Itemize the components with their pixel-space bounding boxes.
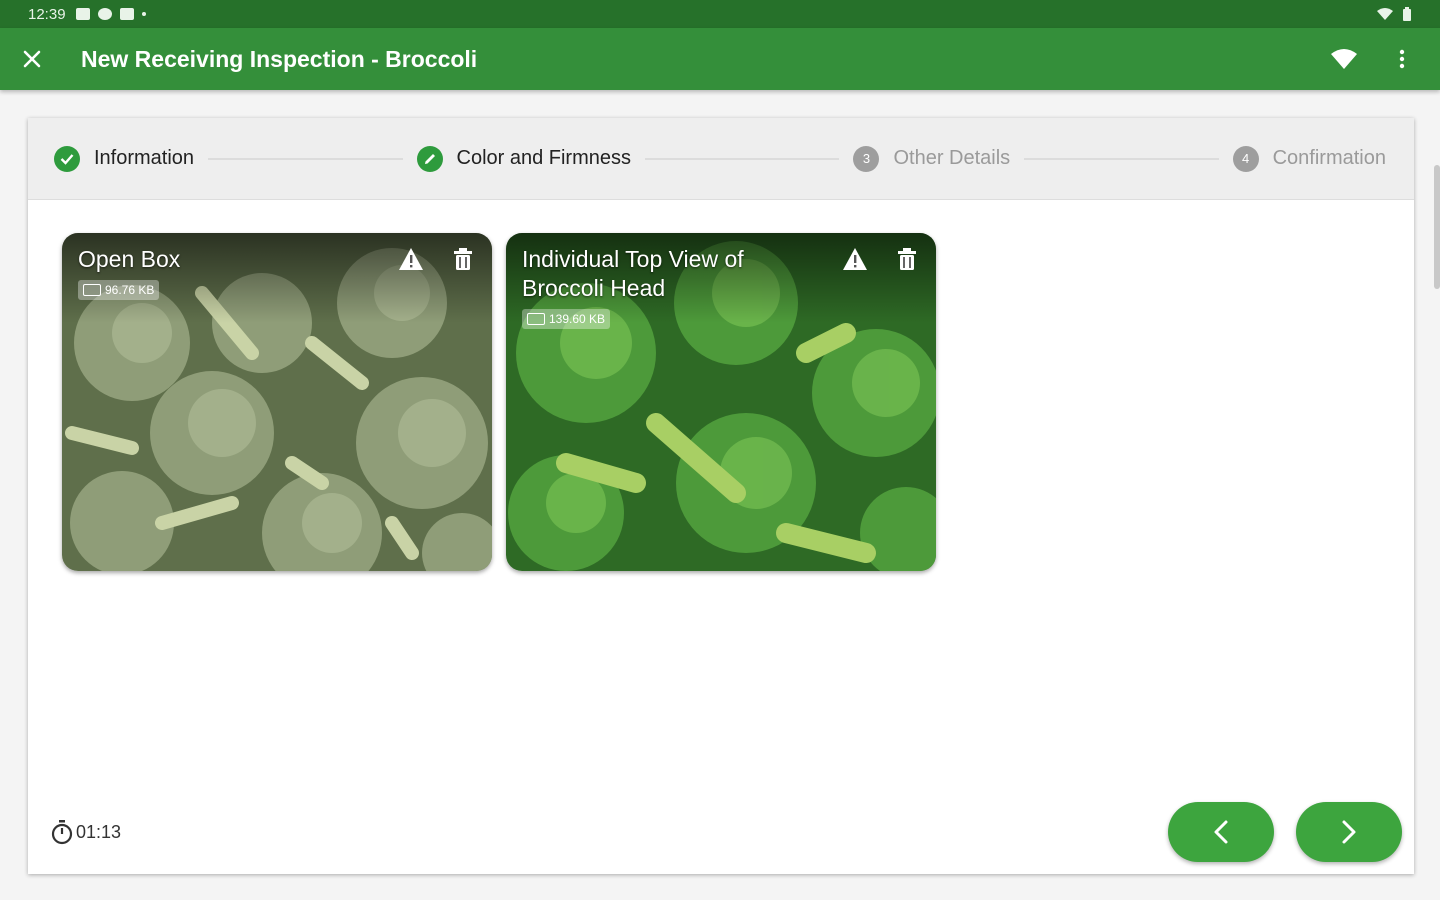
- chevron-right-icon: [1342, 820, 1356, 844]
- file-size-text: 96.76 KB: [105, 283, 155, 297]
- timer-text: 01:13: [76, 821, 122, 842]
- elapsed-timer: 01:13: [50, 819, 121, 845]
- grid-icon: [119, 8, 134, 20]
- step-label: Other Details: [893, 147, 1011, 169]
- warning-icon[interactable]: [398, 247, 424, 271]
- file-size-text: 139.60 KB: [549, 312, 606, 326]
- delete-icon[interactable]: [452, 247, 474, 271]
- step-confirmation[interactable]: 4 Confirmation: [1232, 145, 1386, 172]
- step-number: 4: [1232, 145, 1259, 172]
- next-button[interactable]: [1296, 802, 1402, 862]
- step-connector: [645, 157, 840, 160]
- edit-icon: [416, 145, 443, 172]
- previous-button[interactable]: [1168, 802, 1274, 862]
- app-bar: New Receiving Inspection - Broccoli: [0, 28, 1440, 90]
- photo-title-text: Individual Top View of Broccoli Head: [522, 246, 744, 301]
- chevron-left-icon: [1214, 820, 1228, 844]
- check-icon: [54, 145, 80, 172]
- photo-title-text: Open Box: [78, 246, 181, 272]
- battery-icon: [1403, 7, 1411, 21]
- file-size-badge: 139.60 KB: [522, 309, 611, 329]
- more-vert-icon: [1399, 49, 1405, 69]
- file-size-icon: [527, 313, 545, 325]
- dot-icon: [141, 12, 146, 16]
- wifi-icon: [1377, 8, 1393, 20]
- step-color-and-firmness[interactable]: Color and Firmness: [416, 145, 632, 172]
- more-options-button[interactable]: [1382, 39, 1422, 79]
- photo-grid: Open Box 96.76 KB Individual Top View of…: [62, 233, 936, 571]
- page-title: New Receiving Inspection - Broccoli: [81, 45, 478, 72]
- step-other-details[interactable]: 3 Other Details: [853, 145, 1011, 172]
- status-bar: 12:39: [0, 0, 1440, 28]
- stepper: Information Color and Firmness 3 Other D…: [28, 118, 1414, 200]
- close-button[interactable]: [0, 28, 64, 90]
- step-number: 3: [853, 145, 880, 172]
- photo-title: Open Box 96.76 KB: [78, 245, 378, 303]
- scrollbar[interactable]: [1434, 165, 1440, 289]
- step-connector: [208, 157, 403, 160]
- photo-title: Individual Top View of Broccoli Head 139…: [522, 245, 822, 332]
- step-connector: [1024, 157, 1219, 160]
- delete-icon[interactable]: [896, 247, 918, 271]
- image-icon: [75, 8, 90, 20]
- warning-icon[interactable]: [842, 247, 868, 271]
- step-information[interactable]: Information: [54, 145, 195, 172]
- photo-card[interactable]: Open Box 96.76 KB: [62, 233, 492, 571]
- inspection-card: Information Color and Firmness 3 Other D…: [28, 118, 1414, 874]
- step-label: Color and Firmness: [456, 147, 632, 169]
- photo-card[interactable]: Individual Top View of Broccoli Head 139…: [506, 233, 936, 571]
- file-size-badge: 96.76 KB: [78, 280, 160, 300]
- wifi-icon: [1331, 49, 1357, 69]
- settings-icon: [97, 8, 112, 20]
- status-time: 12:39: [28, 5, 66, 23]
- connection-button[interactable]: [1324, 39, 1364, 79]
- step-label: Confirmation: [1272, 147, 1386, 169]
- close-icon: [23, 50, 41, 68]
- step-label: Information: [94, 147, 195, 169]
- file-size-icon: [83, 284, 101, 296]
- stopwatch-icon: [51, 820, 73, 845]
